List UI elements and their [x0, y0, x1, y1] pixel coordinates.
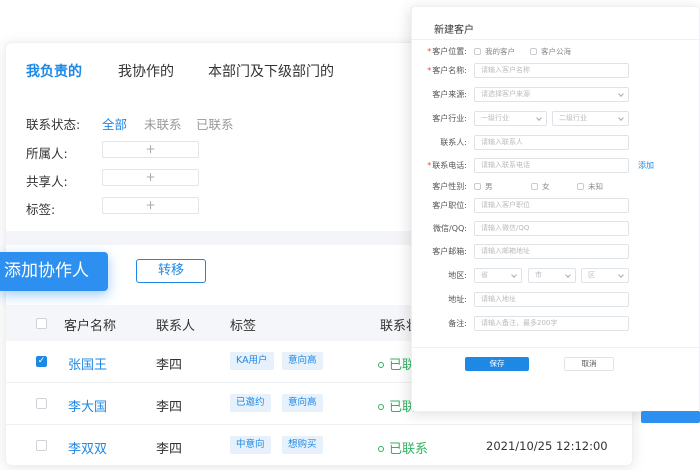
new-customer-dialog: 新建客户 *客户位置: 我的客户 客户公海 *客户名称: 请输入客户名称 客户来… [411, 6, 700, 412]
region-label: 地区: [448, 271, 467, 280]
customer-name-link[interactable]: 张国王 [68, 354, 107, 373]
status-option-all[interactable]: 全部 [102, 114, 127, 133]
field-address: 地址: 请输入地址 [412, 292, 699, 310]
field-customer-source: 客户来源: 请选择客户来源 [412, 87, 699, 105]
job-label: 客户职位: [432, 201, 467, 210]
tab-my-collaborated[interactable]: 我协作的 [118, 61, 174, 81]
transfer-button[interactable]: 转移 [136, 259, 206, 283]
field-customer-industry: 客户行业: 一级行业 二级行业 [412, 111, 699, 129]
gender-male-radio[interactable]: 男 [474, 181, 493, 192]
status-filter-label: 联系状态: [26, 117, 81, 132]
dialog-title-divider [412, 39, 699, 40]
cancel-button[interactable]: 取消 [564, 357, 614, 371]
tag-badge: 中意向 [230, 436, 271, 454]
dialog-title: 新建客户 [434, 25, 474, 36]
gender-label: 客户性别: [432, 182, 467, 191]
tab-my-responsible[interactable]: 我负责的 [26, 61, 82, 81]
select-all-checkbox[interactable] [36, 318, 47, 329]
dialog-bottom-accent [641, 411, 700, 423]
status-option-uncontacted[interactable]: 未联系 [144, 114, 182, 133]
customer-name-link[interactable]: 李双双 [68, 438, 107, 457]
dialog-footer-divider [412, 347, 699, 348]
status-dot-icon [378, 403, 384, 410]
contact-status: 已联 [378, 396, 415, 415]
email-label: 客户邮箱: [432, 247, 467, 256]
tag-filter-label: 标签: [26, 202, 56, 217]
address-input[interactable]: 请输入地址 [474, 292, 629, 307]
phone-label: *联系电话: [427, 161, 467, 170]
add-collaborator-button[interactable]: 添加协作人 [0, 252, 108, 291]
contact-label: 联系人: [440, 138, 467, 147]
sharer-add-button[interactable]: + [102, 169, 199, 186]
field-email: 客户邮箱: 请输入邮箱地址 [412, 244, 699, 262]
column-tags: 标签 [230, 319, 257, 334]
tag-badge: 已邀约 [230, 394, 271, 412]
customer-name-link[interactable]: 李大国 [68, 396, 107, 415]
job-input[interactable]: 请输入客户职位 [474, 198, 629, 213]
contact-input[interactable]: 请输入联系人 [474, 135, 629, 150]
customer-name-input[interactable]: 请输入客户名称 [474, 63, 629, 78]
owner-add-button[interactable]: + [102, 141, 199, 158]
contact-name: 李四 [156, 358, 183, 373]
gender-female-radio[interactable]: 女 [531, 181, 550, 192]
contact-name: 李四 [156, 442, 183, 457]
field-gender: 客户性别: 男 女 未知 [412, 179, 699, 197]
owner-filter-label: 所属人: [26, 146, 68, 161]
status-dot-icon [378, 445, 384, 452]
field-wechat: 微信/QQ: 请输入微信/QQ [412, 221, 699, 239]
remark-input[interactable]: 请输入备注，最多200字 [474, 316, 629, 331]
field-customer-position: *客户位置: 我的客户 客户公海 [412, 44, 699, 62]
province-select[interactable]: 省 [474, 268, 522, 283]
field-contact: 联系人: 请输入联系人 [412, 135, 699, 153]
column-contact: 联系人 [156, 319, 196, 334]
industry-label: 客户行业: [432, 114, 467, 123]
industry-level1-select[interactable]: 一级行业 [474, 111, 547, 126]
tag-badge: KA用户 [230, 352, 274, 370]
tab-department[interactable]: 本部门及下级部门的 [208, 61, 334, 81]
status-dot-icon [378, 361, 384, 368]
add-phone-link[interactable]: 添加 [638, 160, 654, 171]
phone-input[interactable]: 请输入联系电话 [474, 158, 629, 173]
tag-badge: 意向高 [282, 352, 323, 370]
city-select[interactable]: 市 [528, 268, 576, 283]
district-select[interactable]: 区 [581, 268, 629, 283]
field-phone: *联系电话: 请输入联系电话 添加 [412, 158, 699, 176]
gender-unknown-radio[interactable]: 未知 [577, 181, 603, 192]
contact-status: 已联系 [378, 438, 428, 457]
email-input[interactable]: 请输入邮箱地址 [474, 244, 629, 259]
contact-status-text: 已联系 [389, 442, 429, 457]
remark-label: 备注: [448, 319, 467, 328]
position-public-pool-radio[interactable]: 客户公海 [530, 46, 571, 57]
row-checkbox[interactable]: ✓ [36, 356, 47, 367]
tag-add-button[interactable]: + [102, 197, 199, 214]
wechat-label: 微信/QQ: [433, 224, 467, 233]
field-job: 客户职位: 请输入客户职位 [412, 198, 699, 216]
source-label: 客户来源: [432, 90, 467, 99]
address-label: 地址: [448, 295, 467, 304]
field-region: 地区: 省 市 区 [412, 268, 699, 286]
column-customer-name: 客户名称 [64, 319, 117, 334]
last-contact-time: 2021/10/25 12:12:00 [486, 439, 608, 453]
status-option-contacted[interactable]: 已联系 [196, 114, 234, 133]
position-label: *客户位置: [427, 47, 467, 56]
table-row[interactable]: 李双双 李四 中意向 想购买 已联系 2021/10/25 12:12:00 [6, 425, 632, 465]
customer-source-select[interactable]: 请选择客户来源 [474, 87, 629, 102]
field-customer-name: *客户名称: 请输入客户名称 [412, 63, 699, 81]
sharer-filter-label: 共享人: [26, 174, 68, 189]
row-checkbox[interactable] [36, 440, 47, 451]
row-checkbox[interactable] [36, 398, 47, 409]
field-remark: 备注: 请输入备注，最多200字 [412, 316, 699, 334]
position-my-customer-radio[interactable]: 我的客户 [474, 46, 515, 57]
contact-name: 李四 [156, 400, 183, 415]
industry-level2-select[interactable]: 二级行业 [552, 111, 629, 126]
wechat-input[interactable]: 请输入微信/QQ [474, 221, 629, 236]
save-button[interactable]: 保存 [465, 357, 529, 371]
name-label: *客户名称: [427, 66, 467, 75]
tag-badge: 意向高 [282, 394, 323, 412]
tag-badge: 想购买 [282, 436, 323, 454]
contact-status: 已联 [378, 354, 415, 373]
